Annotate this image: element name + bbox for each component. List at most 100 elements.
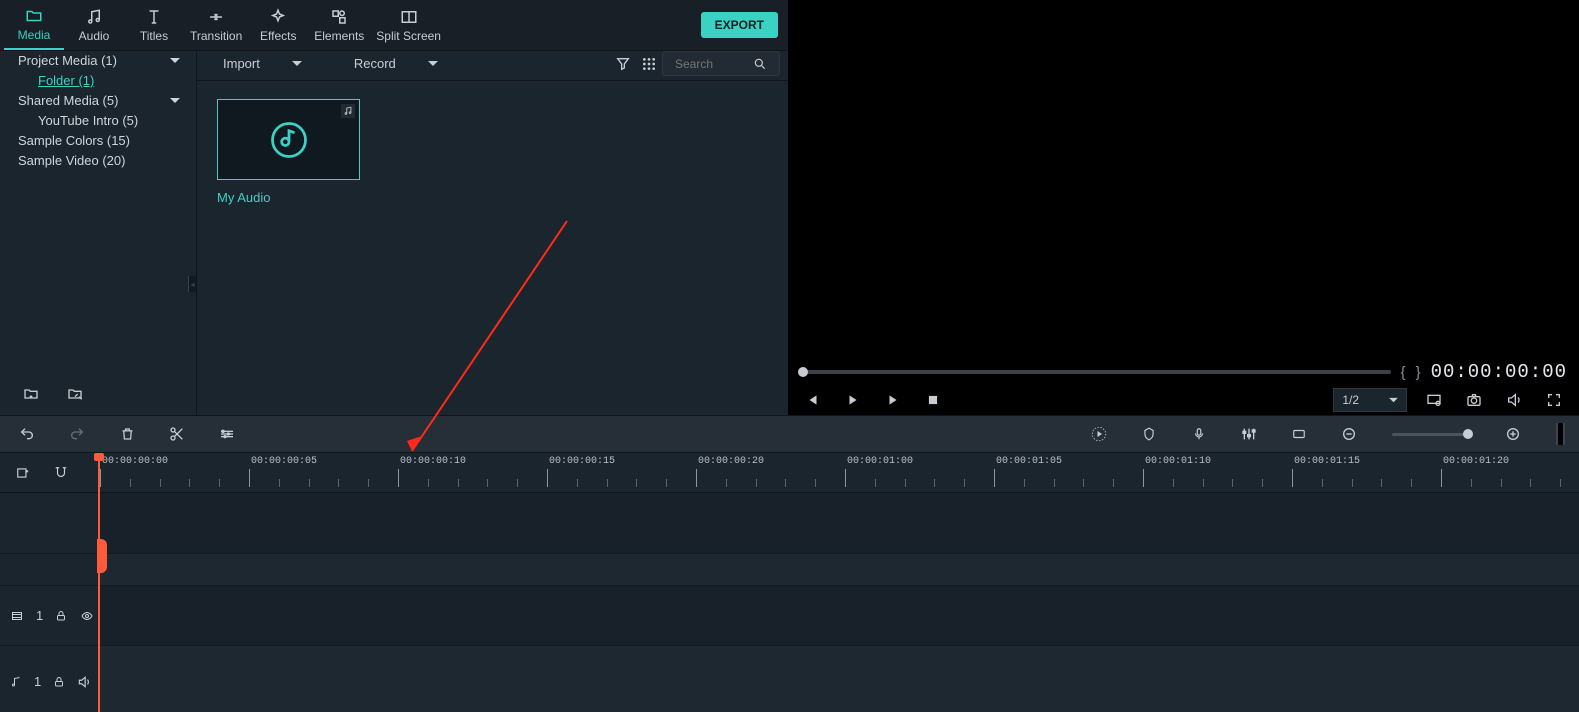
ruler-timecode: 00:00:00:20: [698, 456, 764, 467]
voiceover-button[interactable]: [1186, 421, 1212, 447]
search-field[interactable]: [673, 56, 753, 72]
ruler-timecode: 00:00:00:15: [549, 456, 615, 467]
redo-button[interactable]: [64, 421, 90, 447]
play-button[interactable]: [840, 387, 866, 413]
tab-elements[interactable]: Elements: [308, 0, 370, 50]
tab-label: Audio: [79, 29, 110, 43]
split-button[interactable]: [164, 421, 190, 447]
timeline-toolbar: [0, 415, 1579, 453]
tree-item-label: Folder (1): [38, 73, 94, 88]
chevron-down-icon: [170, 97, 180, 105]
marker-button[interactable]: [1136, 421, 1162, 447]
dropdown-label: Import: [223, 56, 260, 71]
folder-icon: [25, 7, 43, 25]
zoom-slider[interactable]: [1392, 433, 1470, 436]
next-frame-button[interactable]: [880, 387, 906, 413]
speaker-icon[interactable]: [77, 675, 91, 689]
undo-button[interactable]: [14, 421, 40, 447]
timeline-scrollbar[interactable]: [1556, 423, 1565, 445]
filter-button[interactable]: [610, 51, 636, 77]
scrub-handle[interactable]: [798, 367, 808, 377]
tree-item-label: Project Media (1): [18, 53, 117, 68]
ruler-timecode: 00:00:01:10: [1145, 456, 1211, 467]
playhead[interactable]: [98, 453, 100, 712]
chevron-down-icon: [1389, 397, 1398, 404]
preview-quality-dropdown[interactable]: 1/2: [1333, 388, 1407, 412]
mark-out-icon[interactable]: }: [1416, 364, 1421, 381]
tree-item-project-media[interactable]: Project Media (1): [0, 51, 196, 71]
delete-button[interactable]: [114, 421, 140, 447]
chevron-down-icon: [428, 60, 438, 68]
text-icon: [145, 8, 163, 26]
eye-icon[interactable]: [79, 610, 95, 622]
render-preview-button[interactable]: [1086, 421, 1112, 447]
dropdown-label: Record: [354, 56, 396, 71]
zoom-slider-handle[interactable]: [1463, 429, 1473, 439]
zoom-in-button[interactable]: [1500, 421, 1526, 447]
tree-item-label: Sample Video (20): [18, 153, 125, 168]
tree-item-youtube-intro[interactable]: YouTube Intro (5): [0, 111, 196, 131]
tab-titles[interactable]: Titles: [124, 0, 184, 50]
audio-track[interactable]: 1: [0, 645, 1579, 712]
timeline-panel: 00:00:00:0000:00:00:0500:00:00:1000:00:0…: [0, 453, 1579, 712]
track-number: 1: [34, 674, 41, 689]
crop-button[interactable]: [214, 421, 240, 447]
playhead-handle[interactable]: [97, 539, 107, 573]
prev-frame-button[interactable]: [800, 387, 826, 413]
video-track[interactable]: 1: [0, 585, 1579, 645]
tree-item-label: Sample Colors (15): [18, 133, 130, 148]
lock-icon[interactable]: [55, 609, 67, 623]
media-tree: Project Media (1) Folder (1) Shared Medi…: [0, 51, 197, 415]
export-button[interactable]: EXPORT: [701, 12, 778, 38]
clip-thumbnail[interactable]: [217, 99, 360, 180]
sparkle-icon: [269, 8, 287, 26]
tab-audio[interactable]: Audio: [64, 0, 124, 50]
audio-clip-icon: [267, 118, 311, 162]
zoom-out-button[interactable]: [1336, 421, 1362, 447]
clip-name: My Audio: [217, 180, 360, 205]
record-dropdown[interactable]: Record: [348, 52, 444, 75]
ruler-timecode: 00:00:00:00: [102, 456, 168, 467]
shapes-icon: [330, 8, 348, 26]
add-folder-button[interactable]: [18, 381, 44, 407]
panel-collapse-handle[interactable]: ◂: [188, 276, 196, 292]
tab-media[interactable]: Media: [4, 0, 64, 50]
preview-scrub-track[interactable]: [800, 370, 1391, 374]
manage-tracks-button[interactable]: [10, 460, 36, 486]
tree-item-folder[interactable]: Folder (1): [0, 71, 196, 91]
lock-icon[interactable]: [53, 675, 65, 689]
tree-item-label: Shared Media (5): [18, 93, 118, 108]
tree-item-sample-video[interactable]: Sample Video (20): [0, 151, 196, 171]
snapshot-button[interactable]: [1461, 387, 1487, 413]
tab-split-screen[interactable]: Split Screen: [370, 0, 447, 50]
preview-panel: { } 00:00:00:00 1/2: [788, 0, 1579, 415]
search-input[interactable]: [662, 51, 780, 76]
stop-button[interactable]: [920, 387, 946, 413]
snap-button[interactable]: [48, 460, 74, 486]
ruler-timecode: 00:00:01:15: [1294, 456, 1360, 467]
fullscreen-button[interactable]: [1541, 387, 1567, 413]
media-grid: My Audio: [197, 81, 788, 415]
audio-badge-icon: [341, 104, 355, 118]
preview-timecode: 00:00:00:00: [1431, 361, 1567, 383]
import-dropdown[interactable]: Import: [217, 52, 308, 75]
mark-in-icon[interactable]: {: [1401, 364, 1406, 381]
volume-button[interactable]: [1501, 387, 1527, 413]
grid-view-button[interactable]: [636, 51, 662, 77]
remove-folder-button[interactable]: [62, 381, 88, 407]
library-panel: Media Audio Titles Transition Effects El…: [0, 0, 788, 415]
fit-button[interactable]: [1286, 421, 1312, 447]
music-note-icon: [10, 675, 22, 689]
media-clip[interactable]: My Audio: [217, 99, 360, 205]
preview-viewport[interactable]: [788, 0, 1579, 359]
tab-effects[interactable]: Effects: [248, 0, 308, 50]
tab-transition[interactable]: Transition: [184, 0, 248, 50]
tree-item-sample-colors[interactable]: Sample Colors (15): [0, 131, 196, 151]
track-spacer: [0, 553, 1579, 585]
tree-item-shared-media[interactable]: Shared Media (5): [0, 91, 196, 111]
audio-mixer-button[interactable]: [1236, 421, 1262, 447]
timeline-ruler[interactable]: 00:00:00:0000:00:00:0500:00:00:1000:00:0…: [98, 453, 1579, 492]
transition-icon: [207, 8, 225, 26]
tab-label: Media: [18, 28, 51, 42]
display-settings-button[interactable]: [1421, 387, 1447, 413]
